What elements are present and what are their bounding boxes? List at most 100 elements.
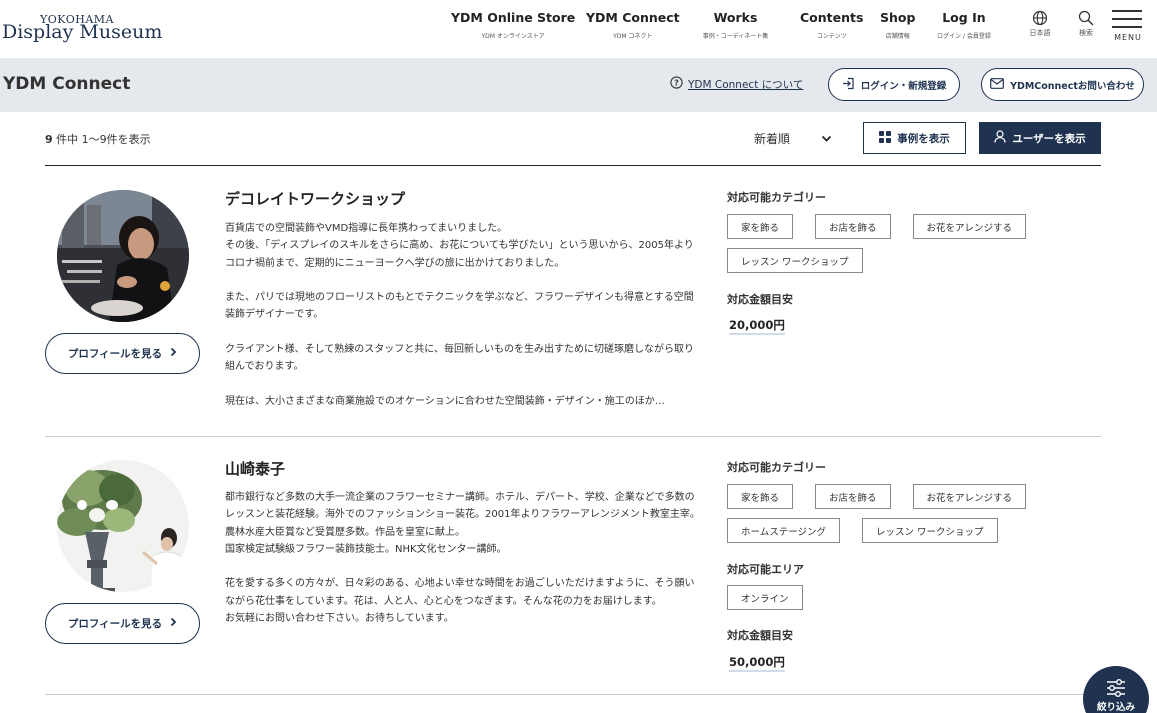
- price-heading: 対応金額目安: [727, 629, 793, 642]
- result-count-total: 9: [45, 133, 53, 146]
- chevron-right-icon: [170, 617, 177, 630]
- category-heading: 対応可能カテゴリー: [727, 461, 826, 474]
- area-heading: 対応可能エリア: [727, 563, 804, 576]
- show-cases-label: 事例を表示: [897, 132, 950, 145]
- bio-line: 百貨店での空間装飾やVMD指導に長年携わってまいりました。: [225, 223, 508, 234]
- category-tag[interactable]: 家を飾る: [727, 484, 794, 509]
- sort-label: 新着順: [754, 132, 791, 146]
- svg-text:?: ?: [674, 79, 679, 88]
- help-icon: ?: [670, 76, 683, 92]
- bio-line: 農林水産大臣賞など受賞歴多数。作品を皇室に献上。: [225, 526, 465, 538]
- language-selector[interactable]: 日本語: [1024, 10, 1056, 38]
- logo-main-text[interactable]: Display Museum: [2, 21, 162, 43]
- bio-line: また、パリでは現地のフローリストのもとでテクニックを学ぶなど、フラワーデザインも…: [225, 292, 694, 321]
- nav-works-label: Works: [713, 10, 758, 25]
- category-tag[interactable]: レッスン ワークショップ: [862, 518, 998, 543]
- user-name[interactable]: 山崎泰子: [225, 458, 285, 479]
- user-bio: 都市銀行など多数の大手一流企業のフラワーセミナー講師。ホテル、デパート、学校、企…: [225, 489, 701, 627]
- bio-line: 都市銀行など多数の大手一流企業のフラワーセミナー講師。ホテル、デパート、学校、企…: [225, 492, 700, 521]
- nav-online-store-label: YDM Online Store: [451, 10, 576, 25]
- nav-works-sublabel: 事例・コーディネート集: [702, 33, 769, 40]
- nav-shop[interactable]: Shop 店舗情報: [880, 10, 915, 40]
- user-icon: [994, 130, 1006, 146]
- language-label: 日本語: [1029, 29, 1051, 37]
- login-register-button[interactable]: ログイン・新規登録: [828, 68, 960, 101]
- show-cases-button[interactable]: 事例を表示: [863, 122, 966, 154]
- price-value: 20,000円: [729, 317, 785, 335]
- nav-login-label: Log In: [942, 10, 986, 25]
- bio-line: 国家検定試験級フラワー装飾技能士。NHK文化センター講師。: [225, 543, 507, 555]
- nav-login[interactable]: Log In ログイン / 会員登録: [937, 10, 991, 40]
- chevron-down-icon: [821, 132, 832, 146]
- hamburger-icon-bar: [1112, 26, 1142, 28]
- area-tag[interactable]: オンライン: [727, 585, 803, 610]
- view-profile-label: プロフィールを見る: [67, 348, 163, 360]
- category-tag[interactable]: ホームステージング: [727, 518, 841, 543]
- about-connect-link[interactable]: ? YDM Connect について: [670, 76, 803, 92]
- sliders-icon: [1083, 679, 1149, 697]
- bio-spacer: [225, 272, 701, 289]
- bio-line: 花を愛する多くの方々が、日々彩のある、心地よい幸せな時間をお過ごしいただけますよ…: [225, 578, 695, 607]
- price-heading: 対応金額目安: [727, 293, 793, 306]
- category-tags: 家を飾る お店を飾る お花をアレンジする レッスン ワークショップ: [727, 214, 1067, 273]
- search-icon: [1070, 10, 1102, 26]
- page-title: YDM Connect: [3, 74, 131, 94]
- show-users-button[interactable]: ユーザーを表示: [979, 122, 1101, 154]
- result-count: 9 件中 1〜9件を表示: [45, 131, 151, 147]
- category-tags: 家を飾る お店を飾る お花をアレンジする ホームステージング レッスン ワークシ…: [727, 484, 1067, 543]
- bio-spacer: [225, 324, 701, 341]
- avatar[interactable]: [57, 190, 189, 322]
- category-tag[interactable]: レッスン ワークショップ: [727, 248, 863, 273]
- category-tag[interactable]: お店を飾る: [815, 484, 891, 509]
- category-tag[interactable]: お花をアレンジする: [912, 484, 1027, 509]
- user-bio: 百貨店での空間装飾やVMD指導に長年携わってまいりました。 その後、「ディスプレ…: [225, 220, 701, 410]
- view-profile-button[interactable]: プロフィールを見る: [45, 603, 200, 644]
- user-name[interactable]: デコレイトワークショップ: [225, 188, 405, 209]
- about-connect-label: YDM Connect について: [688, 78, 804, 91]
- menu-button[interactable]: MENU: [1112, 10, 1144, 42]
- nav-works[interactable]: Works 事例・コーディネート集: [697, 10, 774, 40]
- contact-label: YDMConnectお問い合わせ: [1010, 80, 1135, 92]
- area-tags: オンライン: [727, 585, 1067, 610]
- view-profile-button[interactable]: プロフィールを見る: [45, 333, 200, 374]
- bio-line: 現在は、大小さまざまな商業施設でのオケーションに合わせた空間装飾・デザイン・施工…: [225, 395, 665, 407]
- search-button[interactable]: 検索: [1070, 10, 1102, 38]
- login-register-label: ログイン・新規登録: [860, 80, 947, 92]
- user-card: プロフィールを見る デコレイトワークショップ 百貨店での空間装飾やVMD指導に長…: [45, 166, 1101, 436]
- nav-login-sublabel: ログイン / 会員登録: [937, 33, 991, 40]
- sort-select[interactable]: 新着順: [754, 130, 832, 147]
- bio-line: クライアント様、そして熟練のスタッフと共に、毎回新しいものを生み出すために切磋琢…: [225, 344, 694, 373]
- nav-contents-sublabel: コンテンツ: [816, 33, 847, 40]
- nav-connect-label: YDM Connect: [586, 10, 680, 25]
- nav-online-store-sublabel: YDM オンラインストア: [481, 33, 545, 40]
- category-heading: 対応可能カテゴリー: [727, 191, 826, 204]
- bio-spacer: [225, 376, 701, 393]
- contact-button[interactable]: YDMConnectお問い合わせ: [981, 68, 1144, 101]
- nav-online-store[interactable]: YDM Online Store YDM オンラインストア: [451, 10, 575, 40]
- nav-contents-label: Contents: [800, 10, 864, 25]
- hamburger-icon-bar: [1112, 18, 1142, 20]
- bio-line: お気軽にお問い合わせ下さい。お待ちしています。: [225, 613, 454, 625]
- nav-connect-sublabel: YDM コネクト: [613, 33, 653, 40]
- nav-shop-sublabel: 店舗情報: [885, 33, 910, 40]
- category-tag[interactable]: お店を飾る: [815, 214, 891, 239]
- page-subheader: YDM Connect ? YDM Connect について ログイン・新規登録…: [0, 58, 1157, 112]
- avatar[interactable]: [57, 460, 189, 592]
- grid-icon: [879, 130, 892, 146]
- nav-connect[interactable]: YDM Connect YDM コネクト: [586, 10, 680, 40]
- card-divider: [45, 694, 1101, 695]
- mail-icon: [990, 77, 1004, 92]
- result-count-text: 件中 1〜9件を表示: [52, 133, 151, 146]
- category-tag[interactable]: お花をアレンジする: [912, 214, 1027, 239]
- login-icon: [842, 77, 855, 93]
- category-tag[interactable]: 家を飾る: [727, 214, 794, 239]
- view-profile-label: プロフィールを見る: [67, 618, 163, 630]
- nav-contents[interactable]: Contents コンテンツ: [800, 10, 863, 40]
- filter-label: 絞り込み: [1096, 702, 1135, 713]
- nav-shop-label: Shop: [880, 10, 916, 25]
- globe-icon: [1024, 10, 1056, 26]
- chevron-right-icon: [170, 347, 177, 360]
- menu-label: MENU: [1114, 33, 1142, 42]
- bio-spacer: [225, 558, 701, 575]
- site-header: YOKOHAMA Display Museum YDM Online Store…: [0, 0, 1157, 58]
